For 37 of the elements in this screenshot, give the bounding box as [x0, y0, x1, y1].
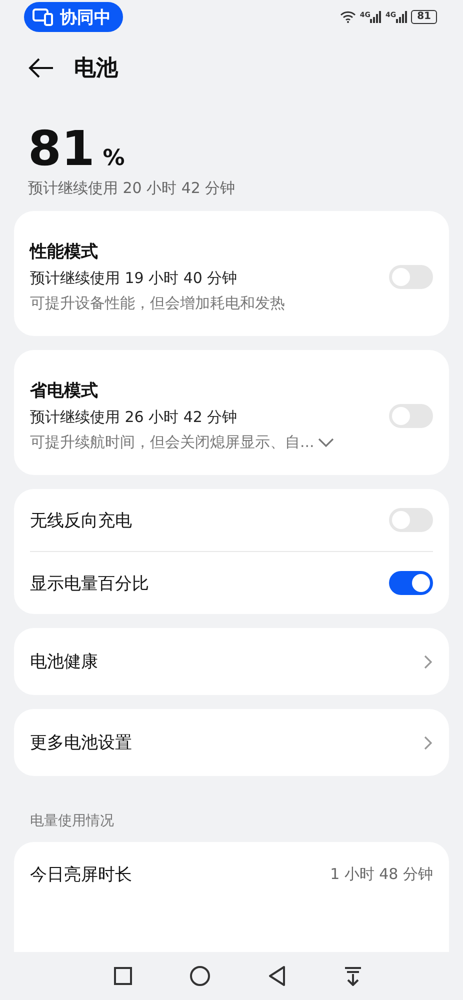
- toggle-switch[interactable]: [389, 264, 433, 288]
- signal-icon: [396, 11, 408, 24]
- toggle-switch[interactable]: [389, 404, 433, 428]
- wifi-icon: [340, 11, 356, 24]
- battery-percentage: 81: [28, 121, 95, 178]
- page-title: 电池: [74, 54, 118, 83]
- mode-description: 可提升续航时间，但会关闭熄屏显示、自...: [30, 433, 314, 452]
- section-heading: 电量使用情况: [29, 812, 115, 831]
- setting-label: 电池健康: [30, 651, 98, 673]
- remaining-time-estimate: 预计继续使用 20 小时 42 分钟: [28, 179, 236, 198]
- collaboration-badge[interactable]: 协同中: [24, 2, 123, 32]
- mode-title: 性能模式: [30, 241, 99, 263]
- percent-sign: %: [102, 146, 125, 172]
- setting-label: 无线反向充电: [30, 510, 132, 532]
- settings-link-card[interactable]: 电池健康: [14, 628, 449, 695]
- mode-description: 可提升设备性能，但会增加耗电和发热: [30, 294, 285, 313]
- chevron-right-icon: [423, 734, 433, 750]
- back-arrow-icon[interactable]: [28, 58, 54, 78]
- mode-estimate: 预计继续使用 26 小时 42 分钟: [30, 408, 238, 427]
- setting-label: 显示电量百分比: [30, 572, 149, 594]
- signal-icon: [370, 11, 382, 24]
- home-icon[interactable]: [190, 966, 210, 986]
- expand-chevron-icon[interactable]: [318, 438, 334, 448]
- usage-value: 1 小时 48 分钟: [330, 864, 433, 884]
- toggle-switch[interactable]: [389, 508, 433, 532]
- chevron-right-icon: [423, 654, 433, 670]
- mode-title: 省电模式: [30, 380, 99, 402]
- setting-label: 更多电池设置: [30, 732, 132, 754]
- usage-label: 今日亮屏时长: [30, 864, 132, 886]
- recents-icon[interactable]: [114, 967, 132, 985]
- back-icon[interactable]: [268, 966, 286, 986]
- toggle-switch[interactable]: [389, 571, 433, 595]
- mode-estimate: 预计继续使用 19 小时 40 分钟: [30, 269, 238, 288]
- settings-link-card[interactable]: 更多电池设置: [14, 709, 449, 776]
- devices-icon: [32, 8, 54, 26]
- pull-down-icon[interactable]: [344, 966, 362, 986]
- battery-indicator: 81: [411, 10, 437, 24]
